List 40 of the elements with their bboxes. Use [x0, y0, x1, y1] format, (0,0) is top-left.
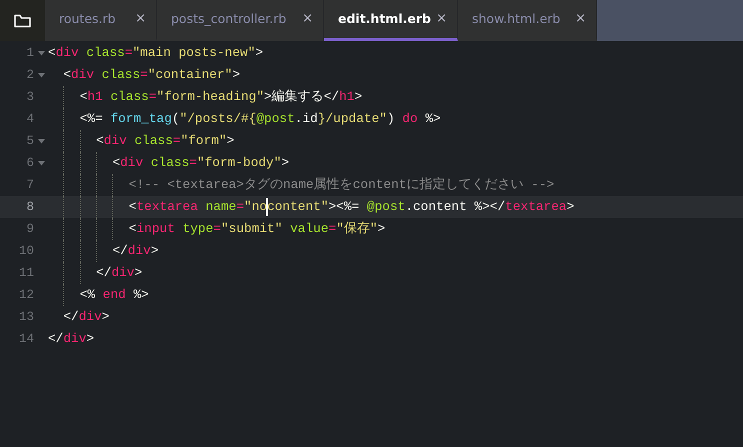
code-line: <%= form_tag("/posts/#{@post.id}/update") do %>	[48, 108, 449, 130]
fold-arrow-icon[interactable]	[38, 138, 44, 144]
line-number: 7	[25, 177, 34, 194]
code-line: <input type="submit" value="保存">	[48, 218, 394, 240]
code-line: <div class="form-body">	[48, 152, 298, 174]
line-number: 13	[18, 309, 34, 326]
line-number: 2	[25, 67, 34, 84]
code-line: </div>	[62, 308, 110, 326]
file-tab[interactable]: routes.rb ×	[45, 0, 157, 41]
code-line: </div>	[48, 262, 150, 284]
code-line: <div class="container">	[62, 66, 242, 84]
line-number: 4	[25, 111, 34, 128]
line-number: 12	[18, 287, 34, 304]
file-tab[interactable]: posts_controller.rb ×	[157, 0, 324, 41]
close-icon[interactable]: ×	[575, 9, 586, 29]
folder-icon[interactable]	[14, 14, 31, 28]
line-number: 14	[18, 331, 34, 348]
line-number: 9	[25, 221, 34, 238]
file-tab[interactable]: edit.html.erb ×	[324, 0, 458, 41]
line-number: 3	[25, 89, 34, 106]
fold-arrow-icon[interactable]	[38, 72, 44, 78]
line-number: 5	[25, 133, 34, 150]
file-tab[interactable]: show.html.erb ×	[458, 0, 597, 41]
fold-arrow-icon[interactable]	[38, 50, 44, 56]
code-line: <% end %>	[48, 284, 157, 306]
close-icon[interactable]: ×	[436, 9, 447, 29]
code-line: <h1 class="form-heading">編集する</h1>	[48, 86, 370, 108]
code-line: </div>	[48, 330, 96, 348]
line-number: 1	[25, 45, 34, 62]
code-line: <textarea name="nocontent"><%= @post.content %></textarea>	[48, 196, 582, 218]
code-line: <div class="main posts-new">	[48, 44, 264, 62]
code-line: <div class="form">	[48, 130, 242, 152]
close-icon[interactable]: ×	[302, 9, 313, 29]
code-line: </div>	[48, 240, 167, 262]
close-icon[interactable]: ×	[135, 9, 146, 29]
line-number: 10	[18, 243, 34, 260]
line-number: 6	[25, 155, 34, 172]
line-number: 11	[18, 265, 34, 282]
line-number: 8	[25, 199, 34, 216]
fold-arrow-icon[interactable]	[38, 160, 44, 166]
